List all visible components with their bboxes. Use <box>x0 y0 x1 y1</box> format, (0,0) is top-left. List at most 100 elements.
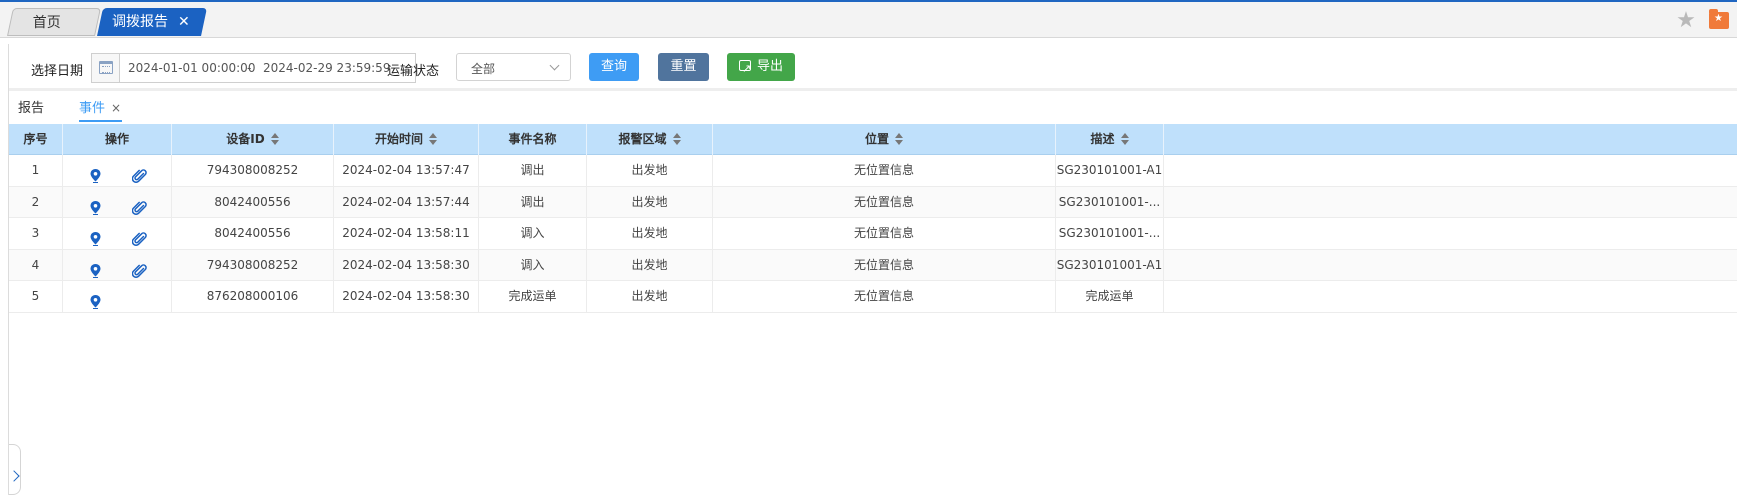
chevron-right-icon <box>8 470 20 482</box>
event-table: 序号 操作 设备ID 开始时间 事件名称 报警区域 位置 描述 1 7943080… <box>9 124 1737 313</box>
col-header-alarm-area[interactable]: 报警区域 <box>587 124 713 155</box>
cell-location: 无位置信息 <box>713 186 1056 218</box>
attachment-icon[interactable] <box>131 227 147 247</box>
cell-actions <box>63 186 172 218</box>
col-header-start-time[interactable]: 开始时间 <box>334 124 479 155</box>
table-body: 1 794308008252 2024-02-04 13:57:47 调出 出发地 无位置… <box>9 155 1737 313</box>
table-row[interactable]: 1 794308008252 2024-02-04 13:57:47 调出 出发地 无位置… <box>9 155 1737 187</box>
sort-icon[interactable] <box>429 133 437 145</box>
date-label: 选择日期 <box>31 64 84 79</box>
cell-location: 无位置信息 <box>713 218 1056 250</box>
status-select[interactable]: 全部 <box>456 53 571 81</box>
col-header-no: 序号 <box>9 124 63 155</box>
top-tab-bar: 首页 调拨报告 ✕ ★ <box>0 0 1737 38</box>
date-separator: - <box>247 61 252 75</box>
sort-icon[interactable] <box>672 133 681 145</box>
main-panel: 选择日期 2024-01-01 00:00:00 - 2024-02-29 23… <box>8 44 1737 495</box>
cell-alarm-area: 出发地 <box>587 249 713 281</box>
cell-alarm-area: 出发地 <box>587 218 713 250</box>
query-button[interactable]: 查询 <box>589 53 639 81</box>
cell-start-time: 2024-02-04 13:58:11 <box>334 218 479 250</box>
tab-home-label: 首页 <box>32 15 61 31</box>
cell-device-id: 8042400556 <box>172 186 334 218</box>
cell-actions <box>63 249 172 281</box>
attachment-icon[interactable] <box>131 196 147 215</box>
cell-location: 无位置信息 <box>713 155 1056 186</box>
cell-filler <box>1164 187 1737 218</box>
subtab-event[interactable]: 事件 × <box>79 97 122 122</box>
close-icon[interactable]: ✕ <box>178 14 190 30</box>
cell-no: 3 <box>9 218 63 250</box>
cell-start-time: 2024-02-04 13:58:30 <box>334 281 479 313</box>
col-header-event-name: 事件名称 <box>479 124 587 155</box>
filter-bar: 选择日期 2024-01-01 00:00:00 - 2024-02-29 23… <box>9 44 1737 91</box>
cell-device-id: 8042400556 <box>172 218 334 250</box>
cell-start-time: 2024-02-04 13:57:47 <box>334 155 479 186</box>
status-label: 运输状态 <box>387 64 440 79</box>
cell-device-id: 794308008252 <box>172 249 334 281</box>
export-icon <box>738 55 751 83</box>
col-header-description[interactable]: 描述 <box>1056 124 1164 155</box>
subtab-event-label: 事件 <box>79 101 106 116</box>
cell-actions <box>63 281 172 313</box>
cell-filler <box>1164 218 1737 249</box>
export-button[interactable]: 导出 <box>727 53 795 83</box>
location-pin-icon[interactable] <box>90 290 101 310</box>
location-pin-icon[interactable] <box>90 259 101 278</box>
star-icon[interactable]: ★ <box>1675 10 1697 32</box>
cell-description: 完成运单 <box>1056 281 1164 313</box>
sort-icon[interactable] <box>1120 133 1129 145</box>
cell-location: 无位置信息 <box>713 281 1056 313</box>
cell-start-time: 2024-02-04 13:58:30 <box>334 249 479 281</box>
sort-icon[interactable] <box>895 133 903 145</box>
cell-no: 2 <box>9 186 63 218</box>
cell-actions <box>63 155 172 186</box>
location-pin-icon[interactable] <box>90 196 101 215</box>
sort-icon[interactable] <box>270 133 279 145</box>
tab-transfer-report[interactable]: 调拨报告 ✕ <box>97 8 207 36</box>
export-label: 导出 <box>756 59 783 74</box>
cell-no: 4 <box>9 249 63 281</box>
status-select-value: 全部 <box>471 62 496 76</box>
cell-event-name: 调入 <box>479 249 587 281</box>
cell-filler <box>1164 250 1737 281</box>
reset-button[interactable]: 重置 <box>658 53 709 81</box>
tab-active-label: 调拨报告 <box>112 14 168 30</box>
cell-description: SG230101001-A1 <box>1056 155 1164 186</box>
table-header: 序号 操作 设备ID 开始时间 事件名称 报警区域 位置 描述 <box>9 124 1737 155</box>
table-row[interactable]: 5 876208000106 2024-02-04 13:58:30 完成运单 出发地无… <box>9 281 1737 313</box>
date-range-input[interactable]: 2024-01-01 00:00:00 - 2024-02-29 23:59:5… <box>91 53 416 83</box>
col-header-actions: 操作 <box>63 124 172 155</box>
sub-tabs: 报告 事件 × <box>9 94 1737 124</box>
sidebar-expand-toggle[interactable] <box>8 444 21 495</box>
cell-description: SG230101001-... <box>1056 218 1164 250</box>
col-header-device-id[interactable]: 设备ID <box>172 124 334 155</box>
attachment-icon[interactable] <box>131 259 147 278</box>
cell-description: SG230101001-A1 <box>1056 249 1164 281</box>
chevron-down-icon <box>549 60 560 71</box>
cell-description: SG230101001-... <box>1056 186 1164 218</box>
close-icon[interactable]: × <box>111 101 121 115</box>
cell-device-id: 794308008252 <box>172 155 334 186</box>
cell-start-time: 2024-02-04 13:57:44 <box>334 186 479 218</box>
cell-event-name: 调入 <box>479 218 587 250</box>
attachment-icon[interactable] <box>131 164 147 183</box>
cell-location: 无位置信息 <box>713 249 1056 281</box>
cell-event-name: 完成运单 <box>479 281 587 313</box>
cell-no: 5 <box>9 281 63 313</box>
cell-event-name: 调出 <box>479 186 587 218</box>
cell-alarm-area: 出发地 <box>587 186 713 218</box>
table-row[interactable]: 2 8042400556 2024-02-04 13:57:44 调出 出发地 无位置信息… <box>9 186 1737 219</box>
table-row[interactable]: 4 794308008252 2024-02-04 13:58:30 调入 出发地 无位置… <box>9 249 1737 282</box>
table-row[interactable]: 3 8042400556 2024-02-04 13:58:11 调入 出发地 无位置信息… <box>9 218 1737 250</box>
subtab-report[interactable]: 报告 <box>18 97 44 116</box>
calendar-icon[interactable] <box>92 54 120 82</box>
col-header-location[interactable]: 位置 <box>713 124 1056 155</box>
cell-event-name: 调出 <box>479 155 587 186</box>
location-pin-icon[interactable] <box>90 227 101 247</box>
location-pin-icon[interactable] <box>90 164 101 183</box>
date-end: 2024-02-29 23:59:59 <box>263 61 391 75</box>
favorites-folder-icon[interactable] <box>1709 9 1729 29</box>
date-start: 2024-01-01 00:00:00 <box>128 61 256 75</box>
tab-home[interactable]: 首页 <box>7 8 101 36</box>
